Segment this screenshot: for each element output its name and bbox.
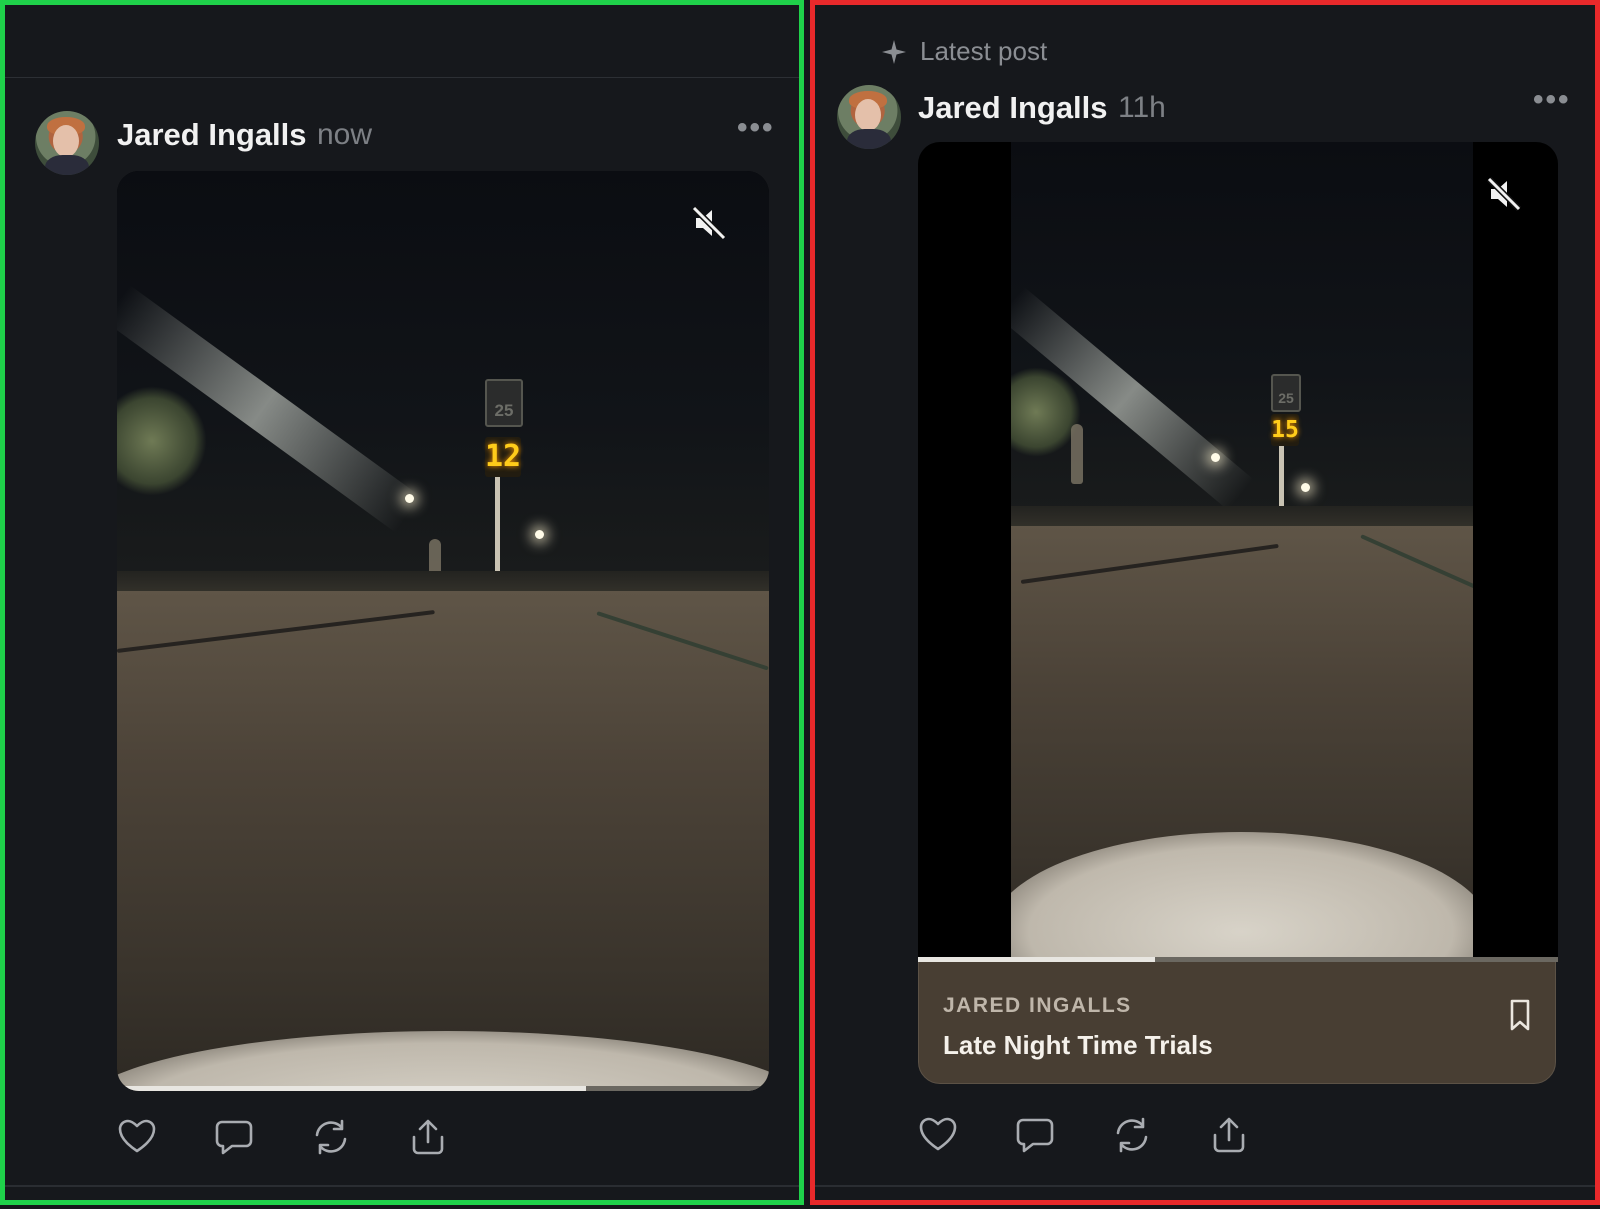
latest-post-text: Latest post: [920, 36, 1048, 66]
action-bar: [918, 1115, 1249, 1155]
comment-icon[interactable]: [214, 1117, 254, 1157]
heart-icon[interactable]: [918, 1115, 958, 1155]
post-time: 11h: [1118, 91, 1166, 124]
author-name[interactable]: Jared Ingalls: [117, 117, 307, 153]
repost-icon[interactable]: [311, 1117, 351, 1157]
sparkle-icon: [882, 39, 906, 64]
more-options-button[interactable]: •••: [1533, 83, 1571, 117]
bookmark-icon[interactable]: [1507, 998, 1533, 1032]
latest-post-label: Latest post: [880, 36, 1047, 67]
video-progress-bar[interactable]: [918, 957, 1558, 962]
top-divider: [5, 77, 799, 78]
speed-limit-sign: 25: [485, 379, 523, 427]
video-caption-card[interactable]: JARED INGALLS Late Night Time Trials: [918, 957, 1556, 1084]
author-name[interactable]: Jared Ingalls: [918, 90, 1108, 126]
repost-icon[interactable]: [1112, 1115, 1152, 1155]
mute-icon[interactable]: [689, 203, 729, 243]
share-icon[interactable]: [1209, 1115, 1249, 1155]
author-avatar[interactable]: [35, 111, 99, 175]
post-panel-right: Latest post Jared Ingalls 11h ••• 25 15: [810, 0, 1600, 1205]
video-frame: 25 15: [1011, 142, 1473, 962]
share-icon[interactable]: [408, 1117, 448, 1157]
author-avatar[interactable]: [837, 85, 901, 149]
video-player[interactable]: 25 15: [918, 142, 1558, 962]
video-player[interactable]: 25 12: [117, 171, 769, 1091]
video-progress-fill: [117, 1086, 587, 1091]
bottom-divider: [5, 1185, 799, 1187]
video-progress-fill: [918, 957, 1155, 962]
speed-display: 15: [1271, 414, 1299, 446]
bottom-divider: [815, 1185, 1595, 1187]
more-options-button[interactable]: •••: [737, 111, 775, 145]
action-bar: [117, 1117, 448, 1157]
caption-author: JARED INGALLS: [943, 994, 1132, 1017]
caption-title: Late Night Time Trials: [943, 1030, 1213, 1060]
comment-icon[interactable]: [1015, 1115, 1055, 1155]
video-progress-bar[interactable]: [117, 1086, 769, 1091]
post-panel-left: Jared Ingalls now ••• 25 12: [0, 0, 804, 1205]
speed-display: 12: [485, 437, 521, 477]
speed-limit-sign: 25: [1271, 374, 1301, 412]
video-frame: 25 12: [117, 171, 769, 1091]
post-time: now: [317, 118, 373, 151]
mute-icon[interactable]: [1484, 174, 1524, 214]
heart-icon[interactable]: [117, 1117, 157, 1157]
